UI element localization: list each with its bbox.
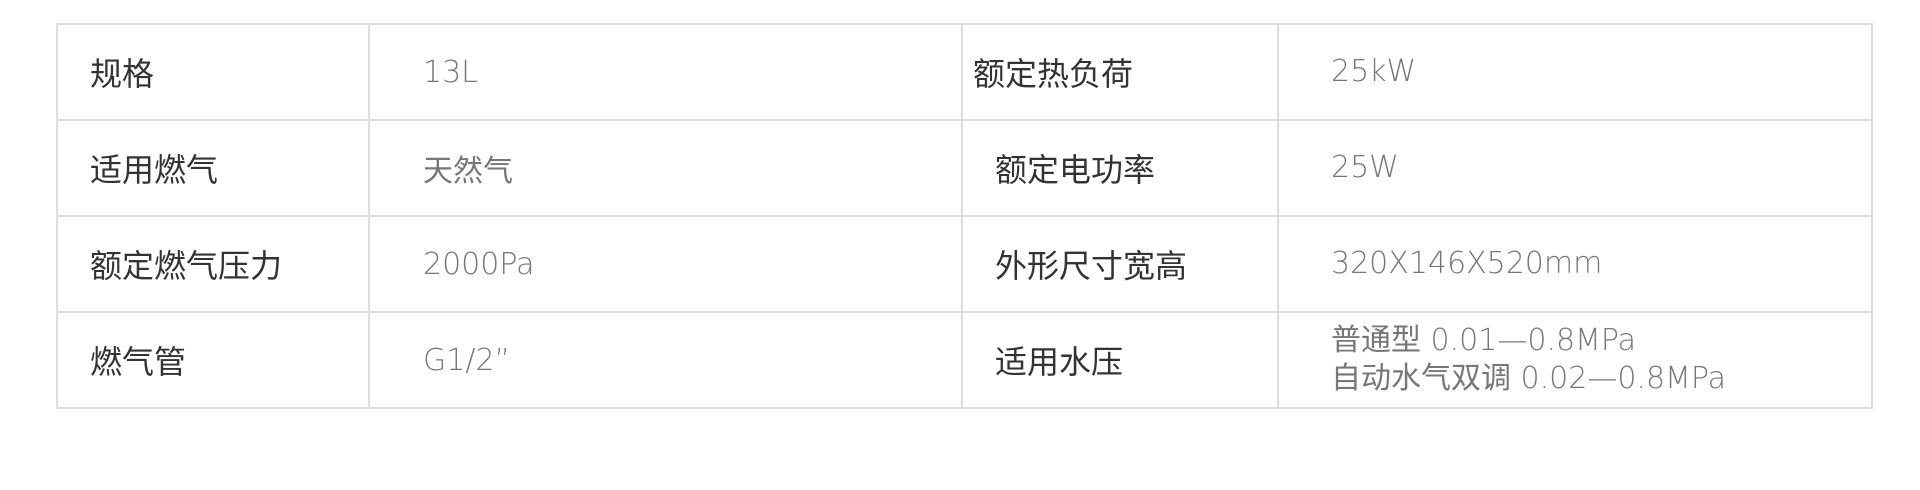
spec-value: 25W xyxy=(1277,119,1873,217)
table-row: 规格 13L 额定热负荷 25kW xyxy=(56,23,1873,121)
spec-value: 320X146X520mm xyxy=(1277,215,1873,313)
spec-label: 适用水压 xyxy=(961,311,1279,409)
table-row: 适用燃气 天然气 额定电功率 25W xyxy=(56,119,1873,217)
spec-value: 天然气 xyxy=(368,119,963,217)
spec-label: 规格 xyxy=(56,23,370,121)
table-row: 额定燃气压力 2000Pa 外形尺寸宽高 320X146X520mm xyxy=(56,215,1873,313)
spec-value: G1/2” xyxy=(368,311,963,409)
table-row: 燃气管 G1/2” 适用水压 普通型 0.01—0.8MPa 自动水气双调 0.… xyxy=(56,311,1873,409)
spec-label: 适用燃气 xyxy=(56,119,370,217)
spec-value: 2000Pa xyxy=(368,215,963,313)
spec-table: 规格 13L 额定热负荷 25kW 适用燃气 天然气 额定电功率 25W 额定燃… xyxy=(56,23,1873,409)
spec-value-line: 25kW xyxy=(1331,54,1417,89)
spec-label: 燃气管 xyxy=(56,311,370,409)
spec-value: 13L xyxy=(368,23,963,121)
spec-value-line: 25W xyxy=(1331,150,1399,185)
spec-value: 25kW xyxy=(1277,23,1873,121)
spec-label: 外形尺寸宽高 xyxy=(961,215,1279,313)
spec-value-line: 自动水气双调 0.02—0.8MPa xyxy=(1331,361,1727,396)
spec-label: 额定电功率 xyxy=(961,119,1279,217)
spec-value: 普通型 0.01—0.8MPa 自动水气双调 0.02—0.8MPa xyxy=(1277,311,1873,409)
spec-label: 额定热负荷 xyxy=(961,23,1279,121)
spec-value-line: 320X146X520mm xyxy=(1331,246,1603,281)
spec-value-line: 普通型 0.01—0.8MPa xyxy=(1331,323,1637,358)
spec-label: 额定燃气压力 xyxy=(56,215,370,313)
